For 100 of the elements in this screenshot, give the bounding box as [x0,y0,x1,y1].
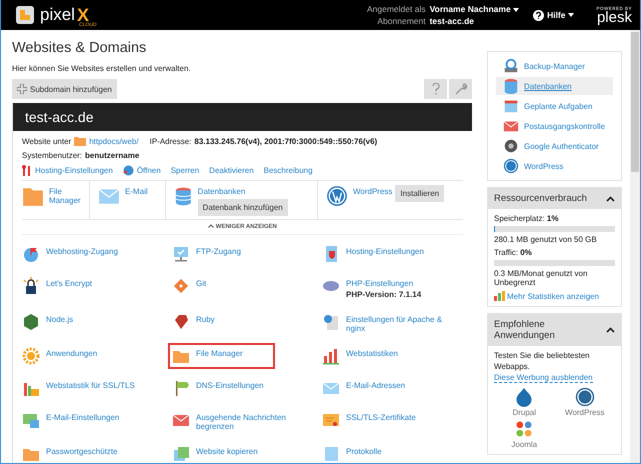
panel-title: Empfohlene Anwendungen [494,319,556,341]
help-menu[interactable]: Hilfe [533,10,574,20]
php-version: PHP-Version: 7.1.14 [346,290,422,299]
joomla-icon [514,419,534,440]
collapse-icon[interactable] [606,196,615,202]
tool-link[interactable]: Webstatistik für SSL/TLS [46,381,158,390]
sidebar-item[interactable]: Backup-Manager [496,57,613,75]
bar-chart-icon [322,347,340,365]
system-user-label: Systembenutzer: [22,151,82,160]
tool-link[interactable]: Ausgehende Nachrichten begrenzen [196,413,308,431]
authenticator-icon [503,138,519,154]
quick-access-link[interactable]: File Manager [49,185,79,205]
add-subdomain-button[interactable]: Subdomain hinzufügen [12,79,117,99]
calendar-icon [503,98,519,114]
help-button[interactable] [424,79,447,99]
monitor-icon [172,245,190,263]
scrollbar[interactable] [630,30,640,463]
logo-text: pixel [40,5,75,25]
tool-link[interactable]: File Manager [196,349,243,358]
page-title: Websites & Domains [12,40,148,56]
domain-action-link[interactable]: Beschreibung [264,165,313,176]
brand-logo: plesk [596,10,632,24]
usage-text: 280.1 MB genutzt von 50 GB [494,235,598,244]
caret-up-icon [208,224,214,228]
gem-icon [172,313,190,331]
panel-title: Ressourcenverbrauch [494,193,587,204]
apps-description: Testen Sie die beliebtesten Webapps. Diese Werbung ausblenden [494,351,594,384]
tool-link[interactable]: FTP-Zugang [196,247,308,256]
subscription-label: Abonnement [376,16,426,26]
tool-link[interactable]: Webstatistiken [346,349,458,358]
hide-ad-link[interactable]: Diese Werbung ausblenden [494,372,593,383]
drop-icon [514,387,534,408]
more-statistics-link[interactable]: Mehr Statistiken anzeigen [494,291,615,301]
tool-link[interactable]: E-Mail-Einstellungen [46,413,158,422]
docroot-link[interactable]: httpdocs/web/ [89,136,139,146]
tool-link[interactable]: DNS-Einstellungen [196,381,308,390]
domain-action-link[interactable]: Hosting-Einstellungen [22,165,113,176]
tool-link[interactable]: Webhosting-Zugang [46,247,158,256]
app-tile[interactable]: WordPress [554,387,615,418]
document-icon [322,445,340,463]
globe-icon [122,165,134,176]
quick-access-link[interactable]: Datenbanken [198,185,246,196]
website-label: Website unter [22,136,72,146]
tools-icon [22,165,32,176]
logo-icon [15,5,35,25]
tool-link[interactable]: Let's Encrypt [46,279,158,288]
bar-chart-icon [494,291,505,301]
wordpress-icon [574,387,595,408]
wordpress-icon [326,185,348,207]
tool-link[interactable]: Node.js [46,315,158,324]
sidebar-item[interactable]: WordPress [496,157,613,175]
question-icon [432,83,440,95]
tool-link[interactable]: Anwendungen [46,349,158,358]
sidebar-item[interactable]: Postausgangskontrolle [496,117,613,135]
app-tile[interactable]: Joomla [494,419,554,450]
server-globe-icon [322,313,340,331]
copy-icon [172,445,190,463]
ip-label: IP-Adresse: [150,136,192,146]
envelope-settings-icon [22,411,40,429]
tool-link[interactable]: Protokolle [346,447,458,456]
quick-access-link[interactable]: WordPress [353,185,392,196]
settings-button[interactable] [449,79,472,99]
tool-link[interactable]: SSL/TLS-Zertifikate [346,413,458,422]
subscription-link[interactable]: test-acc.de [430,16,474,26]
sidebar-item[interactable]: Google Authenticator [496,137,613,155]
plus-icon [17,84,27,94]
database-icon [174,185,193,207]
hexagon-icon [22,313,40,331]
gear-icon [22,347,40,365]
tool-link[interactable]: Passwortgeschützte [46,447,158,456]
meter-label: Speicherplatz: 1% [494,214,560,223]
app-tile[interactable]: Drupal [494,387,554,418]
help-icon [533,10,544,20]
tool-link[interactable]: E-Mail-Adressen [346,381,458,390]
sidebar-item[interactable]: Geplante Aufgaben [496,97,613,115]
quick-action-button[interactable]: Datenbank hinzufügen [198,199,288,216]
tool-link[interactable]: PHP-Einstellungen [346,279,458,288]
tool-link[interactable]: Hosting-Einstellungen [346,247,458,256]
collapse-icon[interactable] [606,327,615,333]
tool-link[interactable]: Website kopieren [196,447,308,456]
certificate-icon [322,411,340,429]
globe-flag-icon [22,245,40,263]
tool-link[interactable]: Git [196,279,308,288]
domain-title: test-acc.de [13,103,472,131]
tool-link[interactable]: Einstellungen für Apache & nginx [346,315,458,333]
quick-access-link[interactable]: E-Mail [125,185,148,196]
domain-action-link[interactable]: Öffnen [122,165,161,176]
caret-icon [513,8,520,12]
wrench-icon [454,83,466,95]
domain-action-link[interactable]: Deaktivieren [209,165,254,176]
user-menu[interactable]: Vorname Nachname [430,4,520,14]
backup-icon [503,58,519,74]
tool-link[interactable]: Ruby [196,315,308,324]
sidebar-item[interactable]: Datenbanken [496,77,613,95]
page-description: Hier können Sie Websites erstellen und verwalten. [12,64,192,73]
login-label: Angemeldet als [366,4,426,14]
domain-action-link[interactable]: Sperren [170,165,200,176]
meter-label: Traffic: 0% [494,248,533,257]
quick-action-button[interactable]: Installieren [395,185,444,202]
usage-text: 0.3 MB/Monat genutzt von Unbegrenzt [494,269,588,287]
